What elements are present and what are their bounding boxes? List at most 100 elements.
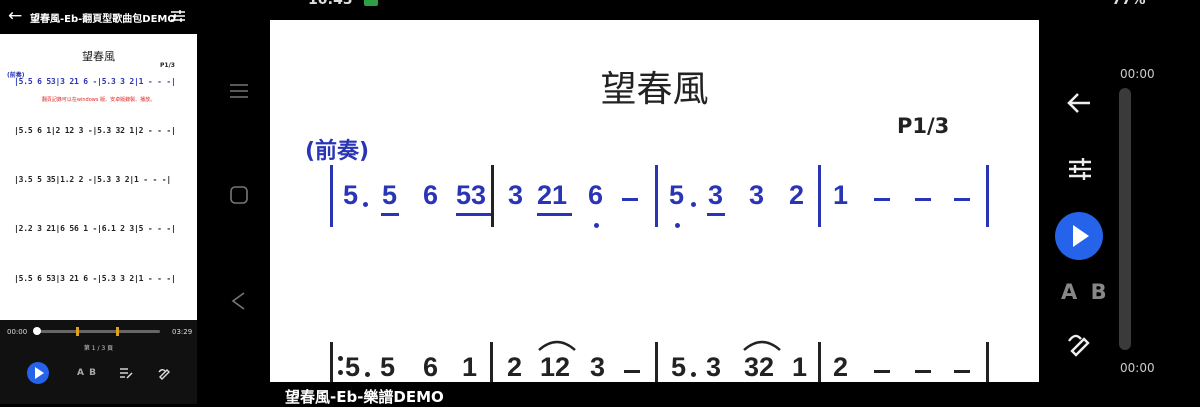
left-play-button[interactable] <box>27 362 49 384</box>
back-arrow-icon[interactable]: ← <box>8 6 22 26</box>
dash <box>874 198 890 201</box>
underline <box>537 213 572 216</box>
note: 5 <box>382 180 398 210</box>
note: 5 <box>671 352 687 382</box>
left-notation-row: |2.2 3 21|6 56 1 -|6.1 2 3|5 - - -| <box>14 224 176 233</box>
edit-list-icon[interactable] <box>119 366 133 380</box>
bar-line <box>330 165 333 227</box>
dot <box>691 372 696 377</box>
dash <box>915 370 931 373</box>
note: 5 <box>343 180 359 210</box>
dot <box>363 202 368 207</box>
message-icon <box>364 0 378 6</box>
tune-icon[interactable] <box>1067 156 1093 182</box>
slur <box>743 340 781 351</box>
dot <box>338 356 343 361</box>
dash <box>874 370 890 373</box>
note: 1 <box>462 352 478 382</box>
left-notation-row: |5.5 6 53|3 21 6 -|5.3 3 2|1 - - -| <box>14 77 176 86</box>
bar-line <box>491 165 494 227</box>
dash <box>915 198 931 201</box>
bar-line <box>986 165 989 227</box>
note: 2 <box>507 352 523 382</box>
left-time-start: 00:00 <box>7 328 28 336</box>
right-play-button[interactable] <box>1055 212 1103 260</box>
left-red-note: 翻頁記錄可以在windows 版、安卓版錄製、播放。 <box>41 97 156 103</box>
tune-icon[interactable] <box>170 8 186 24</box>
page-marker <box>76 327 79 336</box>
right-vertical-scrollbar[interactable] <box>1119 88 1131 350</box>
note: 3 <box>706 352 722 382</box>
note: 12 <box>540 352 571 382</box>
pen-icon[interactable] <box>157 366 171 380</box>
note: 3 <box>590 352 606 382</box>
note: 1 <box>792 352 808 382</box>
bar-line <box>655 342 658 382</box>
note: 3 <box>749 180 765 210</box>
dash <box>954 198 970 201</box>
right-time-top: 00:00 <box>1120 67 1155 81</box>
underline <box>456 213 491 216</box>
note: 6 <box>423 180 439 210</box>
note: 5 <box>669 180 685 210</box>
dash <box>624 370 640 373</box>
left-song-title: 望春風-Eb-翻頁型歌曲包DEMO <box>30 14 176 25</box>
play-icon <box>1073 225 1089 247</box>
slur <box>538 340 576 351</box>
back-triangle-icon[interactable] <box>230 292 248 310</box>
pen-icon[interactable] <box>1066 331 1092 357</box>
left-player-controls: 00:00 03:29 第 1 / 3 頁 A B <box>0 320 197 404</box>
score-page-label: P1/3 <box>897 114 950 138</box>
note: 21 <box>537 180 568 210</box>
note: 3 <box>508 180 524 210</box>
dash <box>622 198 638 201</box>
note: 2 <box>833 352 849 382</box>
score-intro-label: (前奏) <box>305 139 370 164</box>
home-icon[interactable] <box>230 186 248 204</box>
left-notation-row: |5.5 6 53|3 21 6 -|5.3 3 2|1 - - -| <box>14 274 176 283</box>
bar-line <box>490 342 493 382</box>
note: 5 <box>345 352 361 382</box>
dot <box>338 370 343 375</box>
left-sheet-view[interactable]: 望春風 P1/3 (前奏) |5.5 6 53|3 21 6 -|5.3 3 2… <box>0 34 197 320</box>
dash <box>954 370 970 373</box>
dot <box>365 372 370 377</box>
main-score-page[interactable]: 望春風 P1/3 (前奏) 5 5 6 53 3 21 6 5 3 3 2 1 … <box>270 20 1039 382</box>
back-arrow-icon[interactable] <box>1066 90 1092 116</box>
note: 3 <box>708 180 724 210</box>
left-header: ← 望春風-Eb-翻頁型歌曲包DEMO <box>0 0 197 34</box>
underline <box>381 213 399 216</box>
bar-line <box>818 165 821 227</box>
left-time-end: 03:29 <box>172 328 193 336</box>
menu-icon[interactable] <box>230 82 248 100</box>
underline <box>707 213 725 216</box>
right-ab-repeat-button[interactable]: A B <box>1061 280 1110 304</box>
note: 6 <box>588 180 604 210</box>
left-progress-track[interactable] <box>33 327 160 336</box>
left-page-label: P1/3 <box>160 62 175 69</box>
left-phone-panel: ← 望春風-Eb-翻頁型歌曲包DEMO 望春風 P1/3 (前奏) |5.5 6… <box>0 0 197 404</box>
note: 1 <box>833 180 849 210</box>
note: 5 <box>380 352 396 382</box>
left-page-indicator: 第 1 / 3 頁 <box>83 345 114 352</box>
left-notation-row: |3.5 5 35|1.2 2 -|5.3 3 2|1 - - -| <box>14 175 171 184</box>
dot <box>691 202 696 207</box>
score-title: 望春風 <box>600 69 709 110</box>
status-time: 10:43 <box>308 0 353 8</box>
bar-line <box>655 165 658 227</box>
note: 2 <box>789 180 805 210</box>
bar-line <box>986 342 989 382</box>
note: 32 <box>744 352 775 382</box>
bar-line <box>818 342 821 382</box>
left-notation-row: |5.5 6 1|2 12 3 -|5.3 32 1|2 - - -| <box>14 126 176 135</box>
dot <box>675 223 680 228</box>
status-battery: 77% <box>1112 0 1146 8</box>
right-time-bottom: 00:00 <box>1120 361 1155 375</box>
note: 6 <box>423 352 439 382</box>
left-progress-knob[interactable] <box>33 327 41 335</box>
play-icon <box>35 367 44 379</box>
dot <box>594 223 599 228</box>
page-marker <box>116 327 119 336</box>
left-ab-repeat-button[interactable]: A B <box>77 368 97 378</box>
bar-line <box>330 342 333 382</box>
